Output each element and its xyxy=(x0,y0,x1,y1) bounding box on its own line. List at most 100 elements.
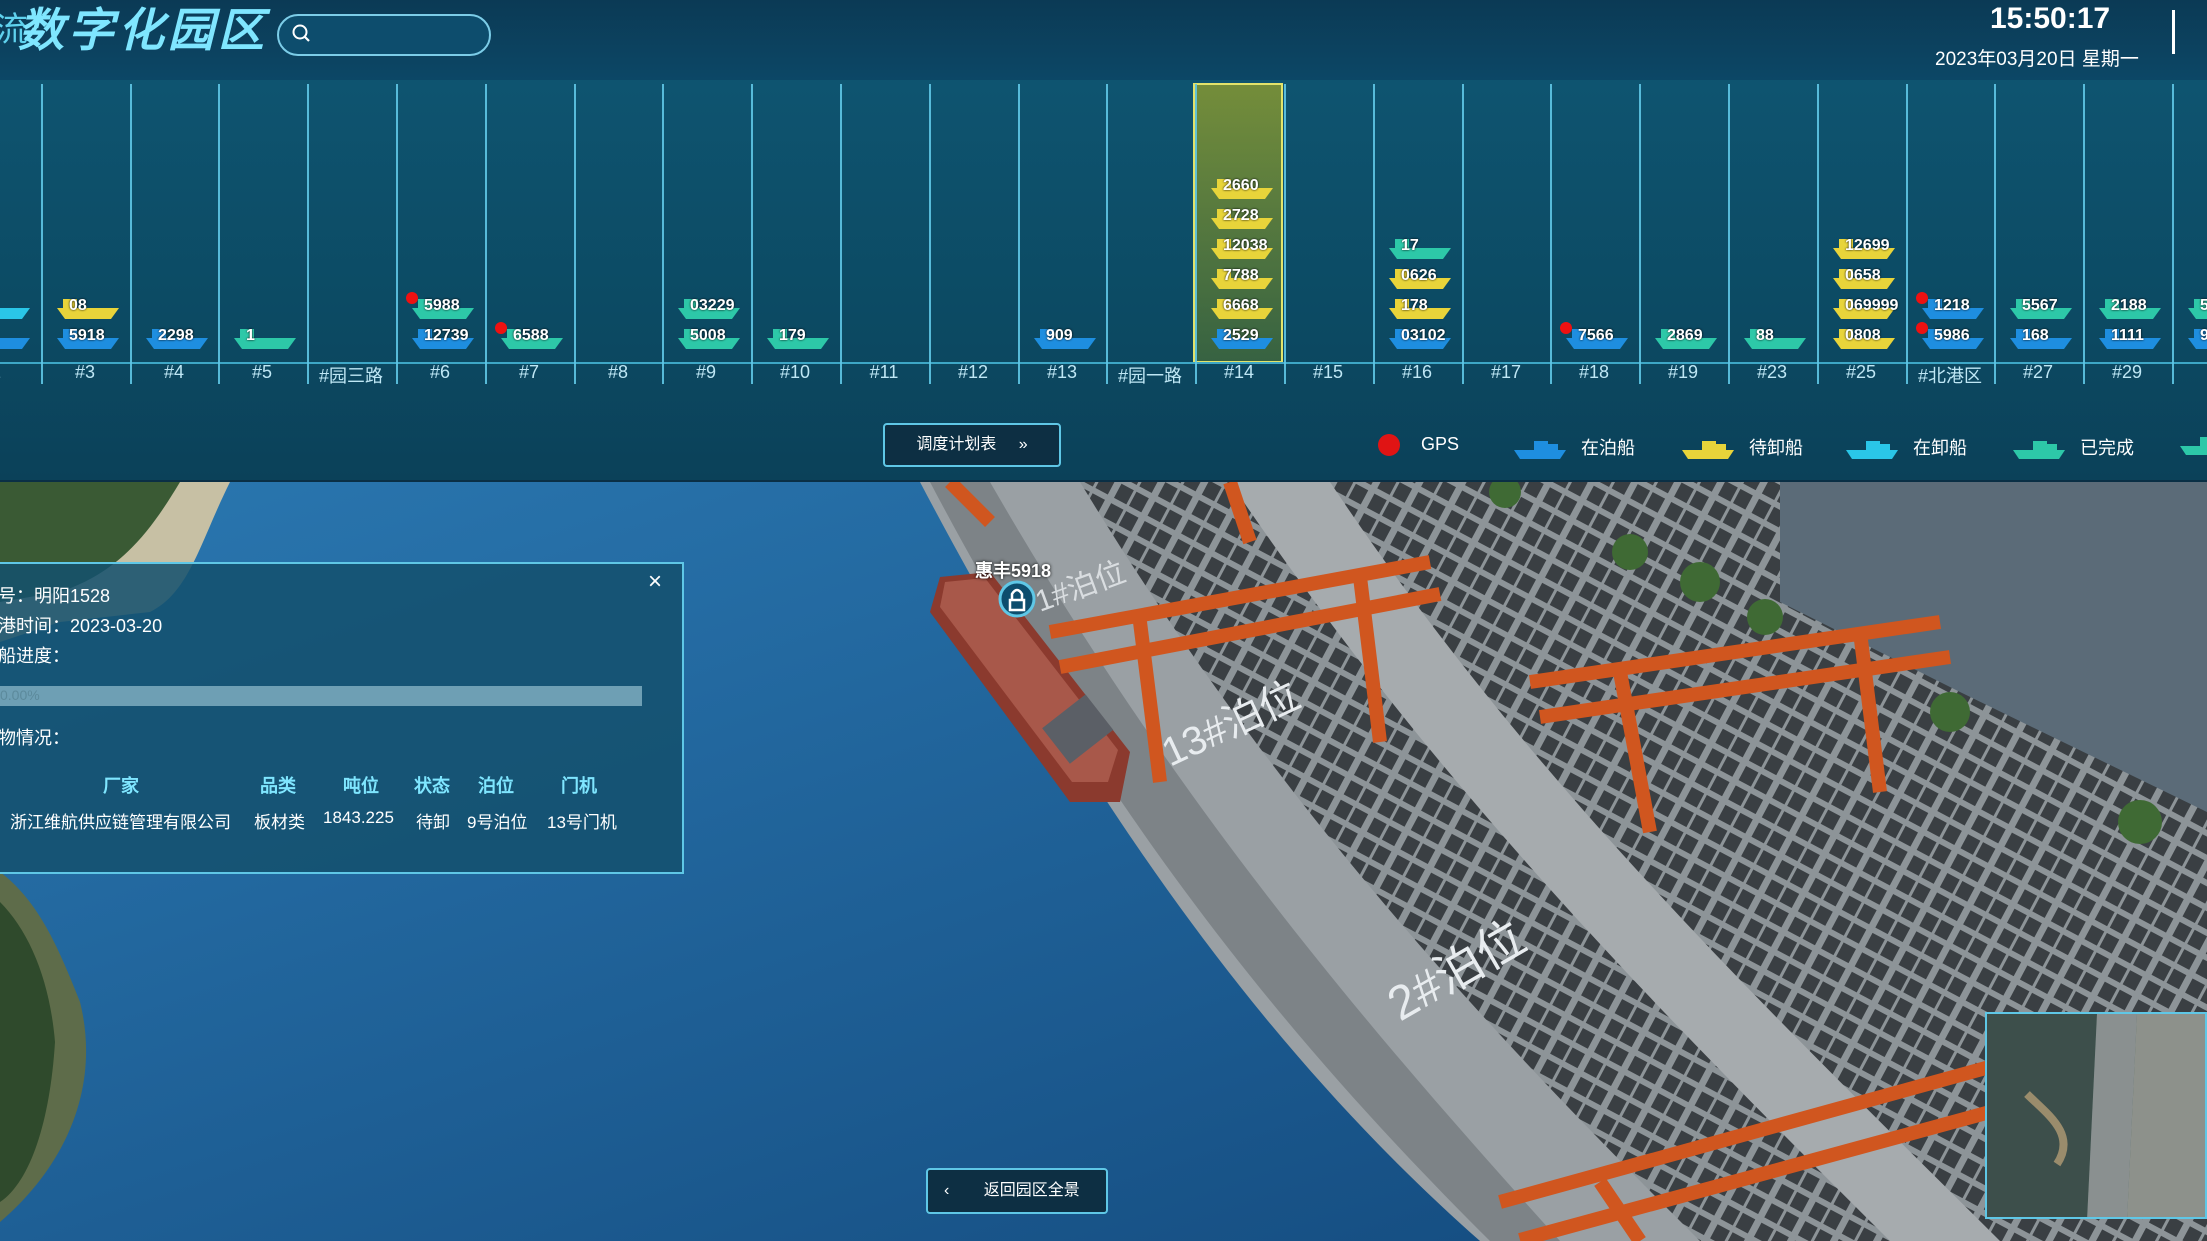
minimap[interactable] xyxy=(1985,1012,2207,1219)
ship-number: 5988 xyxy=(424,297,460,314)
ship-marker[interactable]: 2660 xyxy=(1209,176,1279,200)
ship-number: 0658 xyxy=(1845,267,1881,284)
cell-crane: 13号门机 xyxy=(547,813,617,832)
berth-label[interactable]: #23 xyxy=(1728,362,1816,383)
berth-label[interactable]: #27 xyxy=(1994,362,2082,383)
ship-marker[interactable]: 2728 xyxy=(1209,206,1279,230)
berth-label[interactable]: #18 xyxy=(1550,362,1638,383)
ship-marker[interactable]: 2298 xyxy=(144,326,214,350)
schedule-plan-button[interactable]: 调度计划表 » xyxy=(883,423,1061,467)
berth-label[interactable]: #11 xyxy=(840,362,928,383)
ship-marker[interactable]: 08 xyxy=(55,296,125,320)
ship-marker[interactable]: 0626 xyxy=(1387,266,1457,290)
berth-label[interactable]: #园一路 xyxy=(1106,362,1194,388)
ship-marker[interactable]: 1218 xyxy=(1920,296,1990,320)
berth-label[interactable]: #15 xyxy=(1284,362,1372,383)
ship-name-tag[interactable]: 惠丰5918 xyxy=(975,557,1051,583)
search-icon[interactable] xyxy=(291,23,311,43)
ship-marker[interactable]: 5918 xyxy=(55,326,125,350)
ship-marker[interactable]: 168 xyxy=(2008,326,2078,350)
ship-number: 1218 xyxy=(1934,297,1970,314)
close-icon[interactable]: × xyxy=(648,568,662,596)
ship-marker[interactable]: 7788 xyxy=(1209,266,1279,290)
ship-icon xyxy=(1514,441,1566,460)
ship-number: 2869 xyxy=(1667,327,1703,344)
ship-marker[interactable]: 2188 xyxy=(2097,296,2167,320)
berth-label[interactable]: #7 xyxy=(485,362,573,383)
ship-marker[interactable]: 88 xyxy=(1742,326,1812,350)
berth-divider xyxy=(1817,84,1819,384)
ship-marker[interactable]: 5567 xyxy=(2008,296,2078,320)
search-input[interactable] xyxy=(277,14,491,56)
ship-icon xyxy=(1682,441,1734,460)
ship-marker[interactable]: 2869 xyxy=(1653,326,1723,350)
berth-label[interactable]: #29 xyxy=(2083,362,2171,383)
progress-label: 船进度： xyxy=(0,646,70,666)
berth-label[interactable]: #3 xyxy=(41,362,129,383)
ship-marker[interactable]: 5988 xyxy=(410,296,480,320)
back-to-overview-button[interactable]: ‹ 返回园区全景 xyxy=(926,1168,1108,1214)
ship-marker[interactable]: 0658 xyxy=(1831,266,1901,290)
berth-label[interactable]: # xyxy=(2172,362,2207,383)
ship-number: 6668 xyxy=(1223,297,1259,314)
ship-marker[interactable]: 1 xyxy=(232,326,302,350)
berth-label[interactable]: #25 xyxy=(1817,362,1905,383)
berth-label[interactable]: #17 xyxy=(1462,362,1550,383)
berth-label[interactable]: #8 xyxy=(574,362,662,383)
ship-marker[interactable]: 6668 xyxy=(1209,296,1279,320)
berth-label[interactable]: #5 xyxy=(218,362,306,383)
berth-panel: 22898#3085918#42298#51#园三路#6598812739#76… xyxy=(0,80,2207,480)
ship-marker[interactable]: 5 xyxy=(2186,296,2207,320)
berth-label[interactable]: 2 xyxy=(0,362,40,383)
ship-marker[interactable]: 5986 xyxy=(1920,326,1990,350)
ship-icon xyxy=(0,308,30,319)
ship-number: 2529 xyxy=(1223,327,1259,344)
berth-label[interactable]: #北港区 xyxy=(1906,362,1994,388)
ship-marker[interactable]: 069999 xyxy=(1831,296,1901,320)
berth-divider xyxy=(2083,84,2085,384)
divider xyxy=(2172,10,2175,54)
ship-marker[interactable]: 909 xyxy=(1032,326,1102,350)
ship-marker[interactable]: 28 xyxy=(0,296,36,320)
ship-marker[interactable]: 03102 xyxy=(1387,326,1457,350)
col-header-crane: 门机 xyxy=(561,776,597,796)
ship-marker[interactable]: 7566 xyxy=(1564,326,1634,350)
ship-marker[interactable]: 98 xyxy=(0,326,36,350)
berth-label[interactable]: #19 xyxy=(1639,362,1727,383)
ship-number: 5986 xyxy=(1934,327,1970,344)
legend-extra xyxy=(2178,434,2207,456)
ship-marker[interactable]: 12739 xyxy=(410,326,480,350)
ship-icon xyxy=(1744,329,1806,349)
berth-divider xyxy=(929,84,931,384)
ship-icon xyxy=(1846,441,1898,460)
ship-marker[interactable]: 9 xyxy=(2186,326,2207,350)
ship-marker[interactable]: 6588 xyxy=(499,326,569,350)
berth-divider xyxy=(1284,84,1286,384)
berth-label[interactable]: #6 xyxy=(396,362,484,383)
berth-label[interactable]: #10 xyxy=(751,362,839,383)
ship-marker[interactable]: 0808 xyxy=(1831,326,1901,350)
berth-label[interactable]: #9 xyxy=(662,362,750,383)
ship-marker[interactable]: 1111 xyxy=(2097,326,2167,350)
ship-marker[interactable]: 5008 xyxy=(676,326,746,350)
berth-label[interactable]: #13 xyxy=(1018,362,1106,383)
berth-label[interactable]: #12 xyxy=(929,362,1017,383)
ship-marker[interactable]: 17 xyxy=(1387,236,1457,260)
berth-label[interactable]: #16 xyxy=(1373,362,1461,383)
ship-marker[interactable]: 178 xyxy=(1387,296,1457,320)
ship-number: 2298 xyxy=(158,327,194,344)
berth-divider xyxy=(1639,84,1641,384)
col-header-berth: 泊位 xyxy=(478,776,514,796)
berth-label[interactable]: #园三路 xyxy=(307,362,395,388)
ship-marker[interactable]: 03229 xyxy=(676,296,746,320)
ship-marker[interactable]: 2529 xyxy=(1209,326,1279,350)
berth-label[interactable]: #4 xyxy=(130,362,218,383)
ship-number: 6588 xyxy=(513,327,549,344)
ship-marker[interactable]: 12699 xyxy=(1831,236,1901,260)
berth-label[interactable]: #14 xyxy=(1195,362,1283,383)
ship-number: 909 xyxy=(1046,327,1073,344)
ship-marker[interactable]: 12038 xyxy=(1209,236,1279,260)
berth-divider xyxy=(1195,84,1197,384)
ship-icon xyxy=(0,338,30,349)
ship-marker[interactable]: 179 xyxy=(765,326,835,350)
